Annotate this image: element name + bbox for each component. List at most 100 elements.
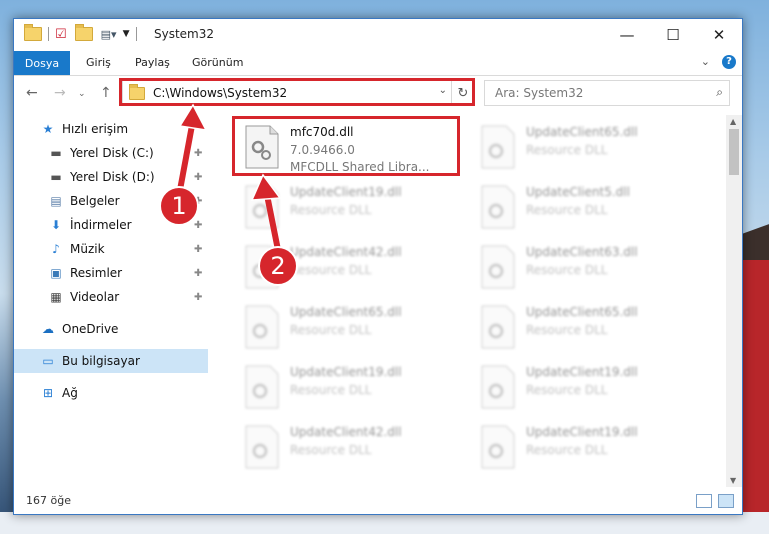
sidebar-item-local-disk-c[interactable]: ▬ Yerel Disk (C:) ✚ — [14, 141, 208, 165]
music-icon: ♪ — [52, 242, 60, 256]
sidebar-item-this-pc[interactable]: ▭ Bu bilgisayar — [14, 349, 208, 373]
status-bar: 167 öğe — [14, 488, 742, 514]
file-highlight — [232, 116, 460, 176]
sidebar-item-quick-access[interactable]: ★ Hızlı erişim — [14, 117, 208, 141]
file-description: Resource DLL — [290, 263, 372, 277]
dll-file-icon — [481, 365, 515, 409]
tab-share[interactable]: Paylaş — [135, 56, 170, 69]
properties-icon[interactable]: ☑ — [55, 27, 67, 42]
file-item[interactable]: UpdateClient65.dll Resource DLL — [472, 119, 702, 177]
dll-file-icon — [481, 245, 515, 289]
file-name: UpdateClient65.dll — [526, 305, 638, 319]
sidebar-item-onedrive[interactable]: ☁ OneDrive — [14, 317, 208, 341]
file-item[interactable]: UpdateClient42.dll Resource DLL — [236, 419, 466, 477]
title-bar: ☑ ▤▾ ▼ System32 — ☐ ✕ — [14, 19, 742, 51]
dll-file-icon — [245, 365, 279, 409]
ribbon-tabs: Dosya Giriş Paylaş Görünüm ⌄ ? — [14, 51, 742, 76]
dll-file-icon — [481, 185, 515, 229]
ribbon-right: ⌄ ? — [701, 55, 736, 69]
file-description: Resource DLL — [526, 263, 608, 277]
file-description: Resource DLL — [526, 383, 608, 397]
minimize-button[interactable]: — — [604, 19, 650, 51]
sidebar-item-label: Ağ — [62, 386, 78, 400]
maximize-button[interactable]: ☐ — [650, 19, 696, 51]
tab-view[interactable]: Görünüm — [192, 56, 243, 69]
item-count: 167 öğe — [26, 494, 71, 507]
file-description: Resource DLL — [526, 203, 608, 217]
tiles-view-icon[interactable] — [718, 494, 734, 508]
file-item[interactable]: UpdateClient63.dll Resource DLL — [472, 239, 702, 297]
pin-icon: ✚ — [194, 219, 203, 231]
view-icon[interactable]: ▤▾ — [101, 28, 117, 41]
customize-toolbar-icon[interactable]: ▼ — [123, 29, 130, 39]
sidebar-item-network[interactable]: ⊞ Ağ — [14, 381, 208, 405]
pin-icon: ✚ — [194, 291, 203, 303]
file-description: Resource DLL — [526, 443, 608, 457]
scroll-down-icon[interactable]: ▼ — [730, 476, 736, 485]
file-name: UpdateClient19.dll — [290, 185, 402, 199]
search-icon: ⌕ — [716, 85, 723, 99]
cloud-icon: ☁ — [42, 322, 54, 336]
file-item[interactable]: UpdateClient5.dll Resource DLL — [472, 179, 702, 237]
file-item[interactable]: UpdateClient19.dll Resource DLL — [472, 359, 702, 417]
file-name: UpdateClient63.dll — [526, 245, 638, 259]
vertical-scrollbar[interactable]: ▲ ▼ — [726, 115, 742, 487]
help-icon[interactable]: ? — [722, 55, 736, 69]
wallpaper-snow — [0, 512, 769, 534]
sidebar-item-label: Bu bilgisayar — [62, 354, 140, 368]
file-description: Resource DLL — [526, 323, 608, 337]
file-description: Resource DLL — [290, 383, 372, 397]
sidebar-item-music[interactable]: ♪ Müzik ✚ — [14, 237, 208, 261]
file-name: UpdateClient42.dll — [290, 245, 402, 259]
drive-icon: ▬ — [50, 170, 62, 184]
sidebar-item-pictures[interactable]: ▣ Resimler ✚ — [14, 261, 208, 285]
up-icon[interactable]: ↑ — [100, 85, 112, 101]
tab-home[interactable]: Giriş — [86, 56, 111, 69]
recent-locations-icon[interactable]: ⌄ — [78, 89, 86, 99]
details-view-icon[interactable] — [696, 494, 712, 508]
dll-file-icon — [245, 425, 279, 469]
file-name: UpdateClient19.dll — [526, 365, 638, 379]
dll-file-icon — [481, 305, 515, 349]
forward-icon[interactable]: → — [54, 85, 66, 101]
sidebar-item-label: Müzik — [70, 242, 105, 256]
computer-icon: ▭ — [42, 354, 54, 368]
drive-icon: ▬ — [50, 146, 62, 160]
sidebar-item-videos[interactable]: ▦ Videolar ✚ — [14, 285, 208, 309]
file-item[interactable]: UpdateClient19.dll Resource DLL — [472, 419, 702, 477]
tab-file[interactable]: Dosya — [14, 51, 70, 75]
documents-icon: ▤ — [50, 194, 62, 208]
sidebar-item-label: Hızlı erişim — [62, 122, 129, 136]
file-name: UpdateClient19.dll — [290, 365, 402, 379]
file-description: Resource DLL — [290, 203, 372, 217]
scroll-up-icon[interactable]: ▲ — [730, 117, 736, 126]
address-highlight — [119, 78, 475, 106]
dll-file-icon — [245, 305, 279, 349]
new-folder-icon[interactable] — [74, 24, 93, 41]
scrollbar-thumb[interactable] — [729, 129, 739, 175]
file-name: UpdateClient5.dll — [526, 185, 630, 199]
close-button[interactable]: ✕ — [696, 19, 742, 51]
dll-file-icon — [481, 125, 515, 169]
file-item[interactable]: UpdateClient65.dll Resource DLL — [472, 299, 702, 357]
quick-access-toolbar: ☑ ▤▾ ▼ — [24, 24, 143, 43]
file-item[interactable]: UpdateClient65.dll Resource DLL — [236, 299, 466, 357]
sidebar-item-label: İndirmeler — [70, 218, 132, 232]
download-icon: ⬇ — [50, 218, 62, 232]
step-2-badge: 2 — [258, 246, 298, 286]
folder-icon — [24, 24, 42, 41]
search-placeholder: Ara: System32 — [495, 86, 584, 100]
file-name: UpdateClient65.dll — [290, 305, 402, 319]
file-name: UpdateClient42.dll — [290, 425, 402, 439]
expand-ribbon-icon[interactable]: ⌄ — [701, 55, 710, 69]
star-icon: ★ — [42, 122, 54, 136]
file-item[interactable]: UpdateClient19.dll Resource DLL — [236, 179, 466, 237]
search-input[interactable]: Ara: System32 ⌕ — [484, 80, 730, 106]
sidebar-item-label: Videolar — [70, 290, 120, 304]
step-1-badge: 1 — [159, 186, 199, 226]
pin-icon: ✚ — [194, 171, 203, 183]
file-description: Resource DLL — [526, 143, 608, 157]
back-icon[interactable]: ← — [26, 85, 38, 101]
file-item[interactable]: UpdateClient19.dll Resource DLL — [236, 359, 466, 417]
dll-file-icon — [481, 425, 515, 469]
